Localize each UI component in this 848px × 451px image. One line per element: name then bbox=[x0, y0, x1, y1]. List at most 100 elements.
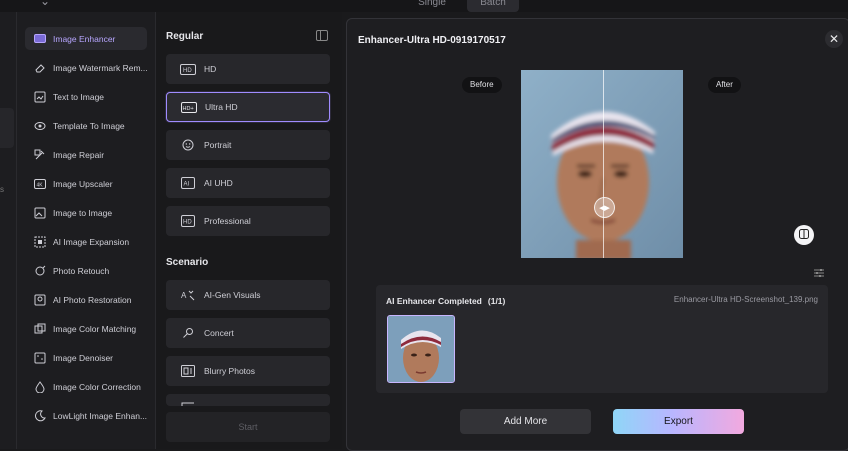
mode-blurry-photos[interactable]: Blurry Photos bbox=[166, 356, 330, 386]
tab-batch-label: Batch bbox=[480, 0, 506, 8]
mode-ai-gen-visuals[interactable]: A AI-Gen Visuals bbox=[166, 280, 330, 310]
add-more-label: Add More bbox=[503, 416, 548, 427]
hd-icon bbox=[33, 32, 47, 46]
sidebar-item-ai-image-expansion[interactable]: AI Image Expansion bbox=[25, 230, 147, 253]
sidebar-item-label: Image Enhancer bbox=[53, 33, 116, 44]
sidebar-item-image-upscaler[interactable]: 4K Image Upscaler bbox=[25, 172, 147, 195]
svg-text:HD: HD bbox=[183, 220, 192, 226]
add-more-button[interactable]: Add More bbox=[460, 409, 591, 434]
adjust-sliders-icon[interactable] bbox=[814, 265, 824, 277]
sidebar-item-image-color-matching[interactable]: Image Color Matching bbox=[25, 317, 147, 340]
tab-batch[interactable]: Batch bbox=[467, 0, 519, 12]
rail-active-marker bbox=[0, 108, 14, 148]
mode-ultra-hd[interactable]: HD+ Ultra HD bbox=[166, 92, 330, 122]
mode-label: Ultra HD bbox=[205, 102, 238, 112]
mode-portrait[interactable]: Portrait bbox=[166, 130, 330, 160]
sidebar-item-image-denoiser[interactable]: Image Denoiser bbox=[25, 346, 147, 369]
portrait-photo bbox=[521, 70, 683, 258]
preview-title: Enhancer-Ultra HD-0919170517 bbox=[358, 35, 506, 46]
regular-section-title: Regular bbox=[166, 31, 204, 42]
color-correct-icon bbox=[33, 380, 47, 394]
denoise-icon bbox=[33, 351, 47, 365]
sidebar-item-ai-photo-restoration[interactable]: AI Photo Restoration bbox=[25, 288, 147, 311]
face-icon bbox=[180, 139, 196, 151]
sidebar: Image Enhancer Image Watermark Rem... Te… bbox=[17, 12, 156, 449]
close-button[interactable]: ✕ bbox=[825, 30, 843, 48]
mode-label: AI UHD bbox=[204, 178, 233, 188]
ai-gen-icon: A bbox=[180, 289, 196, 301]
chevron-icon[interactable]: ⌄ bbox=[40, 0, 50, 8]
image-icon bbox=[33, 206, 47, 220]
mode-more-partial[interactable] bbox=[166, 394, 330, 406]
scenario-section-title: Scenario bbox=[166, 257, 209, 268]
sidebar-item-label: Image Repair bbox=[53, 149, 105, 160]
top-bar: ⌄ Single Batch bbox=[0, 0, 848, 12]
sidebar-item-image-repair[interactable]: Image Repair bbox=[25, 143, 147, 166]
repair-icon bbox=[33, 148, 47, 162]
mode-hd[interactable]: HD HD bbox=[166, 54, 330, 84]
results-title-text: AI Enhancer Completed bbox=[386, 296, 482, 306]
mode-panel: Regular HD HD HD+ Ultra HD Portrait AI A… bbox=[156, 12, 342, 449]
image-text-icon bbox=[33, 90, 47, 104]
after-label: After bbox=[708, 77, 741, 93]
microphone-icon bbox=[180, 327, 196, 339]
sidebar-item-label: Image Color Correction bbox=[53, 381, 141, 392]
start-button[interactable]: Start bbox=[166, 412, 330, 442]
sidebar-item-lowlight-enhancer[interactable]: LowLight Image Enhan... bbox=[25, 404, 147, 427]
sidebar-item-label: AI Photo Restoration bbox=[53, 294, 132, 305]
results-section: AI Enhancer Completed (1/1) Enhancer-Ultr… bbox=[376, 285, 828, 393]
upscale-icon: 4K bbox=[33, 177, 47, 191]
sidebar-item-label: Image Upscaler bbox=[53, 178, 113, 189]
eraser-icon bbox=[33, 61, 47, 75]
split-divider[interactable] bbox=[603, 70, 604, 258]
sidebar-item-image-to-image[interactable]: Image to Image bbox=[25, 201, 147, 224]
lowlight-icon bbox=[33, 409, 47, 423]
sidebar-item-label: Image Color Matching bbox=[53, 323, 137, 334]
sidebar-item-photo-retouch[interactable]: Photo Retouch bbox=[25, 259, 147, 282]
svg-text:AI: AI bbox=[184, 182, 190, 188]
collapse-panel-icon[interactable] bbox=[316, 30, 328, 41]
hd-plus-badge-icon: HD+ bbox=[181, 101, 197, 113]
before-label: Before bbox=[462, 77, 502, 93]
expand-icon bbox=[33, 235, 47, 249]
mode-label: Concert bbox=[204, 328, 234, 338]
mode-professional[interactable]: HD Professional bbox=[166, 206, 330, 236]
restore-icon bbox=[33, 293, 47, 307]
more-mode-icon bbox=[180, 399, 196, 406]
close-icon: ✕ bbox=[828, 32, 840, 46]
thumbnail-photo bbox=[388, 316, 454, 382]
left-rail: s bbox=[0, 12, 17, 449]
tab-single[interactable]: Single bbox=[397, 0, 467, 12]
start-button-label: Start bbox=[238, 422, 258, 432]
export-label: Export bbox=[664, 416, 693, 427]
mode-label: AI-Gen Visuals bbox=[204, 290, 261, 300]
sidebar-item-label: Image Watermark Rem... bbox=[53, 62, 147, 73]
svg-text:4K: 4K bbox=[37, 182, 44, 188]
hd-badge-icon: HD bbox=[180, 63, 196, 75]
split-handle-icon[interactable]: ◀▶ bbox=[594, 197, 615, 218]
rail-label: s bbox=[0, 185, 4, 194]
comparison-image[interactable]: ◀▶ bbox=[521, 70, 683, 258]
sidebar-item-template-to-image[interactable]: Template To Image bbox=[25, 114, 147, 137]
sidebar-item-label: Photo Retouch bbox=[53, 265, 110, 276]
result-thumbnail[interactable] bbox=[387, 315, 455, 383]
sidebar-item-watermark-remover[interactable]: Image Watermark Rem... bbox=[25, 56, 147, 79]
export-button[interactable]: Export bbox=[613, 409, 744, 434]
svg-text:HD: HD bbox=[183, 68, 192, 74]
sidebar-item-label: Image to Image bbox=[53, 207, 113, 218]
sidebar-item-image-color-correction[interactable]: Image Color Correction bbox=[25, 375, 147, 398]
sidebar-item-label: Template To Image bbox=[53, 120, 125, 131]
template-icon bbox=[33, 119, 47, 133]
results-count: (1/1) bbox=[487, 296, 506, 306]
mode-ai-uhd[interactable]: AI AI UHD bbox=[166, 168, 330, 198]
retouch-icon bbox=[33, 264, 47, 278]
preview-panel: Enhancer-Ultra HD-0919170517 ✕ Before Af… bbox=[346, 18, 848, 451]
ai-badge-icon: AI bbox=[180, 177, 196, 189]
hd-pro-badge-icon: HD bbox=[180, 215, 196, 227]
sidebar-item-image-enhancer[interactable]: Image Enhancer bbox=[25, 27, 147, 50]
tab-single-label: Single bbox=[418, 0, 446, 8]
compare-toggle-button[interactable] bbox=[794, 225, 814, 245]
mode-concert[interactable]: Concert bbox=[166, 318, 330, 348]
svg-text:HD+: HD+ bbox=[183, 106, 194, 112]
sidebar-item-text-to-image[interactable]: Text to Image bbox=[25, 85, 147, 108]
